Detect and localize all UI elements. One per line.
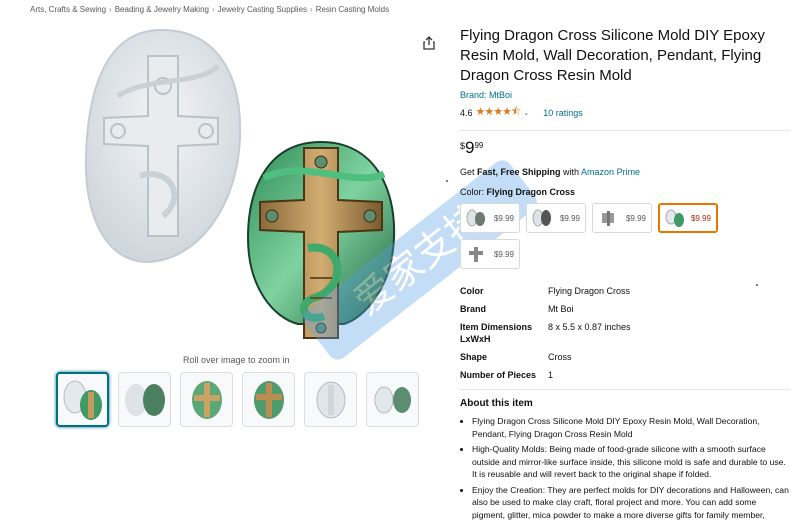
swatch-price: $9.99 — [493, 213, 514, 223]
breadcrumb-item[interactable]: Beading & Jewelry Making — [115, 5, 209, 14]
swatch-option[interactable]: $9.99 — [460, 203, 520, 233]
shipping-with: with — [560, 167, 582, 177]
spec-key: Shape — [460, 352, 488, 362]
color-label-text: Color: — [460, 187, 487, 197]
spec-key: Item Dimensions LxWxH — [460, 322, 533, 344]
price-fraction: 99 — [474, 141, 484, 150]
spec-row: Color Flying Dragon Cross — [460, 285, 790, 297]
swatch-price: $9.99 — [690, 213, 711, 223]
breadcrumb-separator-icon: › — [109, 5, 112, 14]
specs-table: Color Flying Dragon Cross Brand Mt Boi I… — [460, 285, 790, 381]
divider — [460, 130, 790, 131]
thumbnail-image — [253, 380, 284, 419]
shipping-prefix: Get — [460, 167, 478, 177]
spec-row: Number of Pieces 1 — [460, 369, 790, 381]
product-details: Flying Dragon Cross Silicone Mold DIY Ep… — [460, 26, 790, 523]
brand-link[interactable]: Brand: MtBoi — [460, 90, 790, 100]
spec-key: Number of Pieces — [460, 370, 537, 380]
about-bullets: Flying Dragon Cross Silicone Mold DIY Ep… — [460, 415, 790, 523]
spec-key: Color — [460, 286, 484, 296]
swatch-price: $9.99 — [559, 213, 580, 223]
thumbnail-image — [124, 383, 165, 416]
breadcrumb-item[interactable]: Jewelry Casting Supplies — [218, 5, 307, 14]
swatch-thumbnail — [602, 211, 614, 226]
color-swatches: $9.99 $9.99 $9.99 $9.99 $9.99 — [460, 203, 735, 269]
star-rating-icon[interactable]: ★★★★⯪ — [476, 103, 522, 122]
about-title: About this item — [460, 398, 533, 409]
swatch-price: $9.99 — [625, 213, 646, 223]
stray-dot — [446, 180, 448, 182]
spec-value: Mt Boi — [548, 304, 574, 314]
share-icon[interactable] — [422, 36, 436, 50]
thumbnail-image — [191, 380, 222, 419]
breadcrumb-separator-icon: › — [310, 5, 313, 14]
about-bullet: Enjoy the Creation: They are perfect mol… — [472, 484, 790, 523]
product-title: Flying Dragon Cross Silicone Mold DIY Ep… — [460, 27, 765, 84]
spec-value: 1 — [548, 370, 554, 380]
spec-key: Brand — [460, 304, 487, 314]
swatch-thumbnail — [665, 209, 684, 227]
silicone-mold-image[interactable] — [78, 26, 244, 264]
thumbnail-5[interactable] — [304, 372, 357, 427]
color-value: Flying Dragon Cross — [486, 187, 576, 197]
spec-value: Flying Dragon Cross — [548, 286, 631, 296]
swatch-option[interactable]: $9.99 — [592, 203, 652, 233]
thumbnail-image — [316, 381, 345, 418]
dragon-cross-pendant-image[interactable] — [244, 138, 398, 352]
swatch-thumbnail — [469, 247, 483, 262]
thumbnail-2[interactable] — [118, 372, 171, 427]
stray-dot — [756, 284, 758, 286]
rating-row: 4.6 ★★★★⯪ ⌄ 10 ratings — [460, 103, 790, 122]
rating-value: 4.6 — [460, 107, 473, 118]
ratings-count-link[interactable]: 10 ratings — [543, 108, 583, 118]
zoom-hint: Roll over image to zoom in — [183, 355, 290, 365]
chevron-down-icon[interactable]: ⌄ — [523, 109, 529, 117]
breadcrumb-separator-icon: › — [211, 5, 215, 14]
swatch-option[interactable]: $9.99 — [460, 239, 520, 269]
breadcrumb-item[interactable]: Arts, Crafts & Sewing — [30, 5, 106, 14]
thumbnail-6[interactable] — [366, 372, 419, 427]
spec-row: Shape Cross — [460, 351, 790, 363]
spec-value: Cross — [548, 352, 572, 362]
breadcrumb-item[interactable]: Resin Casting Molds — [316, 5, 389, 14]
price-whole: 9 — [465, 138, 475, 157]
swatch-price: $9.99 — [493, 249, 514, 259]
swatch-option-selected[interactable]: $9.99 — [658, 203, 718, 233]
color-selector-label: Color: Flying Dragon Cross — [460, 187, 790, 197]
divider — [460, 389, 790, 390]
price: $ 9 99 — [460, 139, 790, 157]
swatch-option[interactable]: $9.99 — [526, 203, 586, 233]
thumbnail-3[interactable] — [180, 372, 233, 427]
shipping-fast: Fast, Free Shipping — [477, 167, 561, 177]
swatch-thumbnail — [466, 209, 485, 227]
swatch-thumbnail — [532, 209, 551, 227]
thumbnail-1[interactable] — [56, 372, 109, 427]
thumbnail-image — [374, 386, 411, 413]
spec-row: Item Dimensions LxWxH 8 x 5.5 x 0.87 inc… — [460, 321, 790, 345]
breadcrumb: Arts, Crafts & Sewing › Beading & Jewelry … — [30, 5, 389, 14]
spec-row: Brand Mt Boi — [460, 303, 790, 315]
prime-link[interactable]: Amazon Prime — [581, 167, 640, 177]
about-bullet: Flying Dragon Cross Silicone Mold DIY Ep… — [472, 415, 790, 440]
spec-value: 8 x 5.5 x 0.87 inches — [548, 322, 631, 332]
about-bullet: High-Quality Molds: Being made of food-g… — [472, 443, 790, 481]
thumbnail-strip — [56, 372, 419, 427]
thumbnail-4[interactable] — [242, 372, 295, 427]
thumbnail-image — [63, 380, 102, 420]
shipping-info: Get Fast, Free Shipping with Amazon Prim… — [460, 167, 790, 177]
